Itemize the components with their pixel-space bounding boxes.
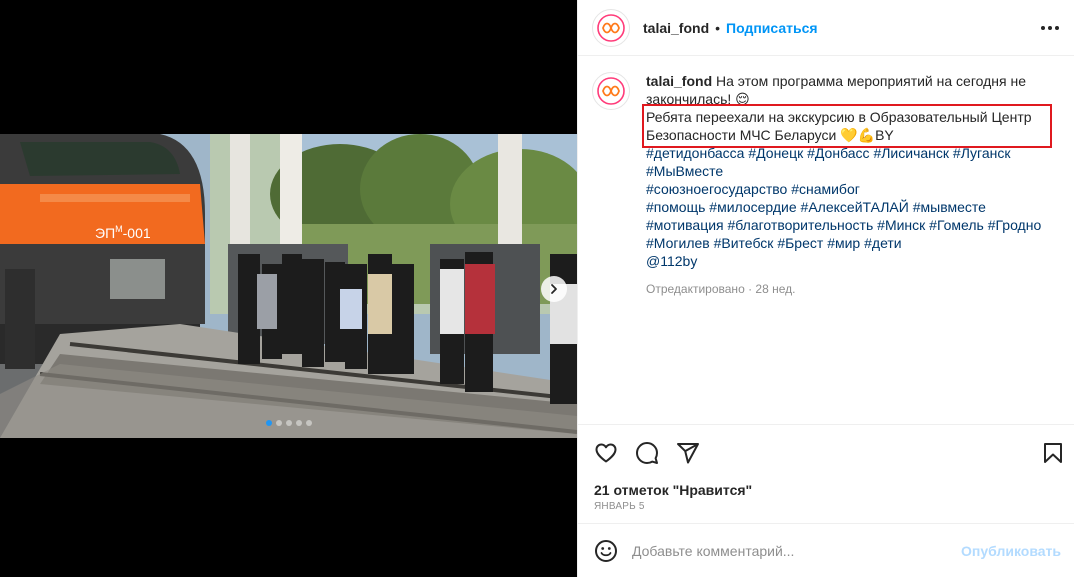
talai-logo-icon [597, 13, 625, 42]
hashtag-link[interactable]: #МыВместе [646, 163, 723, 179]
carousel-next-button[interactable] [541, 276, 567, 302]
separator-dot: • [715, 19, 721, 36]
comment-icon [636, 442, 658, 464]
hashtag-link[interactable]: #мывместе [913, 199, 986, 215]
comment-input[interactable] [632, 542, 962, 559]
carousel-dot [275, 420, 282, 426]
highlighted-caption-text: Ребята переехали на экскурсию в Образова… [642, 104, 1052, 148]
hashtag-link[interactable]: #Лисичанск [873, 145, 949, 161]
likes-count[interactable]: 21 отметок "Нравится" [594, 482, 752, 498]
hashtag-link[interactable]: #Могилев [646, 235, 710, 251]
hashtag-link[interactable]: #Минск [877, 217, 925, 233]
hashtag-link[interactable]: #дети [864, 235, 902, 251]
hashtag-link[interactable]: #Донецк [748, 145, 803, 161]
hashtag-link[interactable]: #Витебск [714, 235, 774, 251]
hashtag-link[interactable]: #Гомель [929, 217, 984, 233]
save-button[interactable] [1041, 441, 1065, 470]
bookmark-icon [1044, 443, 1062, 463]
post-author-username[interactable]: talai_fond [643, 20, 709, 36]
svg-text:ЭПМ-001: ЭПМ-001 [95, 224, 151, 241]
hashtag-link[interactable]: #Гродно [988, 217, 1042, 233]
instagram-post-modal: ЭПМ-001 talai_fond • Подписаться talai_f… [0, 0, 1074, 577]
hashtag-link[interactable]: #мотивация [646, 217, 724, 233]
hashtag-link[interactable]: #мир [827, 235, 860, 251]
mention-link[interactable]: @112by [646, 253, 697, 269]
post-date[interactable]: ЯНВАРЬ 5 [594, 501, 645, 512]
avatar[interactable] [592, 72, 630, 110]
hashtag-link[interactable]: #Луганск [953, 145, 1011, 161]
hashtag-link[interactable]: #милосердие [709, 199, 796, 215]
caption-text: talai_fond На этом программа мероприятий… [642, 72, 1052, 298]
avatar[interactable] [592, 8, 630, 47]
hashtag-link[interactable]: #АлексейТАЛАЙ [801, 199, 909, 215]
like-button[interactable] [594, 441, 618, 470]
add-comment-bar: Опубликовать [578, 523, 1074, 577]
carousel-dot [265, 420, 272, 426]
caption-username[interactable]: talai_fond [646, 73, 712, 89]
chevron-right-icon [551, 284, 557, 294]
publish-button[interactable]: Опубликовать [961, 543, 1061, 559]
follow-button[interactable]: Подписаться [726, 20, 818, 36]
heart-icon [595, 443, 617, 463]
caption-section: talai_fond На этом программа мероприятий… [578, 56, 1074, 424]
hashtag-link[interactable]: #благотворительность [728, 217, 874, 233]
hashtag-link[interactable]: #союзноегосударство [646, 181, 787, 197]
carousel-indicator [0, 420, 577, 426]
more-horizontal-icon [1041, 26, 1059, 30]
hashtag-link[interactable]: #Донбасс [807, 145, 869, 161]
hashtag-group: #помощь #милосердие #АлексейТАЛАЙ #мывме… [646, 198, 1048, 252]
hashtag-group: #детидонбасса #Донецк #Донбасс #Лисичанс… [646, 144, 1048, 180]
hashtag-link[interactable]: #детидонбасса [646, 145, 744, 161]
post-sidebar: talai_fond • Подписаться talai_fond На э… [577, 0, 1074, 577]
hashtag-link[interactable]: #снамибог [791, 181, 860, 197]
carousel-dot [285, 420, 292, 426]
hashtag-link[interactable]: #Брест [777, 235, 823, 251]
post-header: talai_fond • Подписаться [578, 0, 1074, 56]
carousel-dot [305, 420, 312, 426]
caption-comment: talai_fond На этом программа мероприятий… [592, 72, 1061, 298]
caption-meta: Отредактировано · 28 нед. [646, 282, 796, 296]
train-number: ЭП [95, 225, 115, 241]
send-icon [677, 443, 699, 464]
share-button[interactable] [676, 441, 700, 470]
post-media: ЭПМ-001 [0, 0, 577, 577]
talai-logo-icon [597, 77, 625, 105]
more-options-button[interactable] [1039, 17, 1061, 39]
hashtag-group: #союзноегосударство #снамибог [646, 180, 1048, 198]
emoji-icon[interactable] [594, 539, 618, 563]
carousel-dot [295, 420, 302, 426]
post-photo[interactable]: ЭПМ-001 [0, 134, 577, 438]
hashtag-link[interactable]: #помощь [646, 199, 705, 215]
comment-button[interactable] [635, 441, 659, 470]
